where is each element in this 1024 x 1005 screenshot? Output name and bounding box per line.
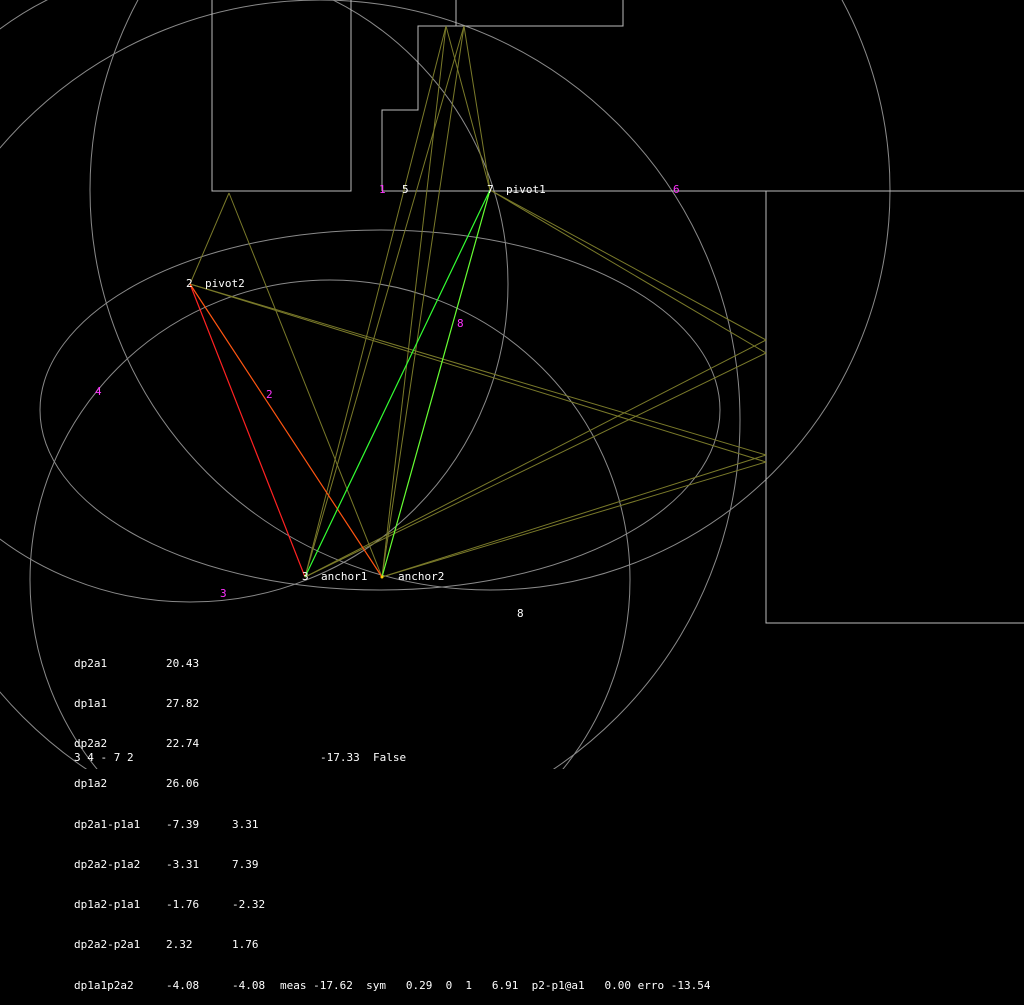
stat-name: dp1a2-p1a1 (74, 898, 141, 912)
olive-line (304, 25, 447, 578)
stat-name: dp1a2 (74, 777, 108, 791)
frame-left-box (211, 0, 352, 192)
stat-name: dp1a1p2a2 (74, 978, 134, 992)
olive-line (304, 25, 465, 578)
olive-line (228, 192, 383, 578)
stat-value: 20.43 (166, 656, 200, 670)
stats-row: dp1a1 27.82 (74, 697, 710, 710)
stats-row: dp2a2-p1a2 -3.31 7.39 (74, 858, 710, 871)
pivot2-label: pivot2 (205, 277, 245, 290)
region-label: 4 (95, 385, 102, 398)
stat-name: dp1a1 (74, 697, 108, 711)
anchor2-dot (380, 575, 384, 579)
stats-row: dp2a2 22.74 (74, 737, 710, 750)
olive-line (381, 461, 767, 578)
region-label: 3 (220, 587, 227, 600)
stat-value-2: 3.31 (232, 817, 259, 831)
stat-value-2: 1.76 (232, 938, 259, 952)
stats-row: dp1a2 26.06 (74, 777, 710, 790)
pivot1-anchor1-line (304, 189, 491, 578)
footer-left-text: 3 4 - 7 2 (74, 751, 134, 764)
stat-value-2 (232, 697, 280, 710)
stat-name: dp2a1 (74, 656, 108, 670)
olive-line (189, 283, 767, 456)
frame-top-right (455, 0, 624, 27)
olive-line (381, 454, 767, 578)
frames (211, 0, 1024, 624)
region-labels: 1 5 6 8 2 4 3 8 (95, 183, 680, 620)
olive-line (189, 283, 767, 463)
stat-value: -7.39 (166, 817, 200, 831)
stats-row: dp1a2-p1a1 -1.76 -2.32 (74, 898, 710, 911)
stat-value: -4.08 (166, 978, 200, 992)
region-label: 5 (402, 183, 409, 196)
frame-right-box (765, 191, 1024, 624)
pivot1-marker: 7 (487, 183, 494, 196)
stats-row: dp1a1p2a2 -4.08 -4.08 meas -17.62 sym 0.29 … (74, 979, 710, 992)
footer-right-text: -17.33 False (320, 751, 407, 764)
region-label: 2 (266, 388, 273, 401)
anchor1-marker: 3 (302, 570, 309, 583)
olive-line (304, 339, 767, 578)
stat-value: -3.31 (166, 857, 200, 871)
stat-value: 22.74 (166, 737, 200, 751)
pivot1-anchor2-line (381, 189, 491, 578)
stat-name: dp2a2-p1a2 (74, 857, 141, 871)
stat-value-2: -4.08 (232, 978, 266, 992)
stats-panel: dp2a1 20.43 dp1a1 27.82 dp2a2 22.74 dp1a2 26… (74, 630, 710, 1005)
region-label: 8 (457, 317, 464, 330)
region-label: 6 (673, 183, 680, 196)
stat-name: dp2a2 (74, 737, 108, 751)
olive-line (381, 25, 465, 578)
anchor1-point: 3 anchor1 (302, 570, 367, 583)
region-label: 1 (379, 183, 386, 196)
pivot2-point: 2 pivot2 (186, 277, 245, 290)
olive-line (189, 192, 230, 285)
red-lines (189, 283, 383, 578)
anchor2-point: anchor2 (380, 570, 444, 583)
olive-line (489, 189, 767, 354)
anchor2-label: anchor2 (398, 570, 444, 583)
stat-value: 27.82 (166, 697, 200, 711)
stat-value: -1.76 (166, 898, 200, 912)
region-label: 8 (517, 607, 524, 620)
olive-line (489, 189, 767, 341)
anchor1-label: anchor1 (321, 570, 367, 583)
stat-value-2 (232, 737, 280, 750)
pivot1-label: pivot1 (506, 183, 546, 196)
stat-value-2 (232, 657, 280, 670)
green-lines (304, 189, 491, 578)
pivot2-marker: 2 (186, 277, 193, 290)
pivot1-point: 7 pivot1 (487, 183, 546, 196)
stat-value-2 (232, 777, 280, 790)
stats-row: dp2a1 20.43 (74, 657, 710, 670)
stats-extra-line: meas -17.62 sym 0.29 0 1 6.91 p2-p1@a1 0… (280, 978, 711, 992)
stat-name: dp2a2-p2a1 (74, 938, 141, 952)
stat-value-2: 7.39 (232, 857, 259, 871)
stats-row: dp2a1-p1a1 -7.39 3.31 (74, 818, 710, 831)
stat-name: dp2a1-p1a1 (74, 817, 141, 831)
stats-row: dp2a2-p2a1 2.32 1.76 (74, 938, 710, 951)
circle-pivot1-large (89, 0, 891, 591)
olive-lines (189, 25, 767, 578)
stat-value: 2.32 (166, 938, 193, 952)
pivot2-anchor1-line (189, 283, 306, 578)
stat-value: 26.06 (166, 777, 200, 791)
stat-value-2: -2.32 (232, 898, 266, 912)
pivot2-anchor2-line (189, 283, 383, 578)
